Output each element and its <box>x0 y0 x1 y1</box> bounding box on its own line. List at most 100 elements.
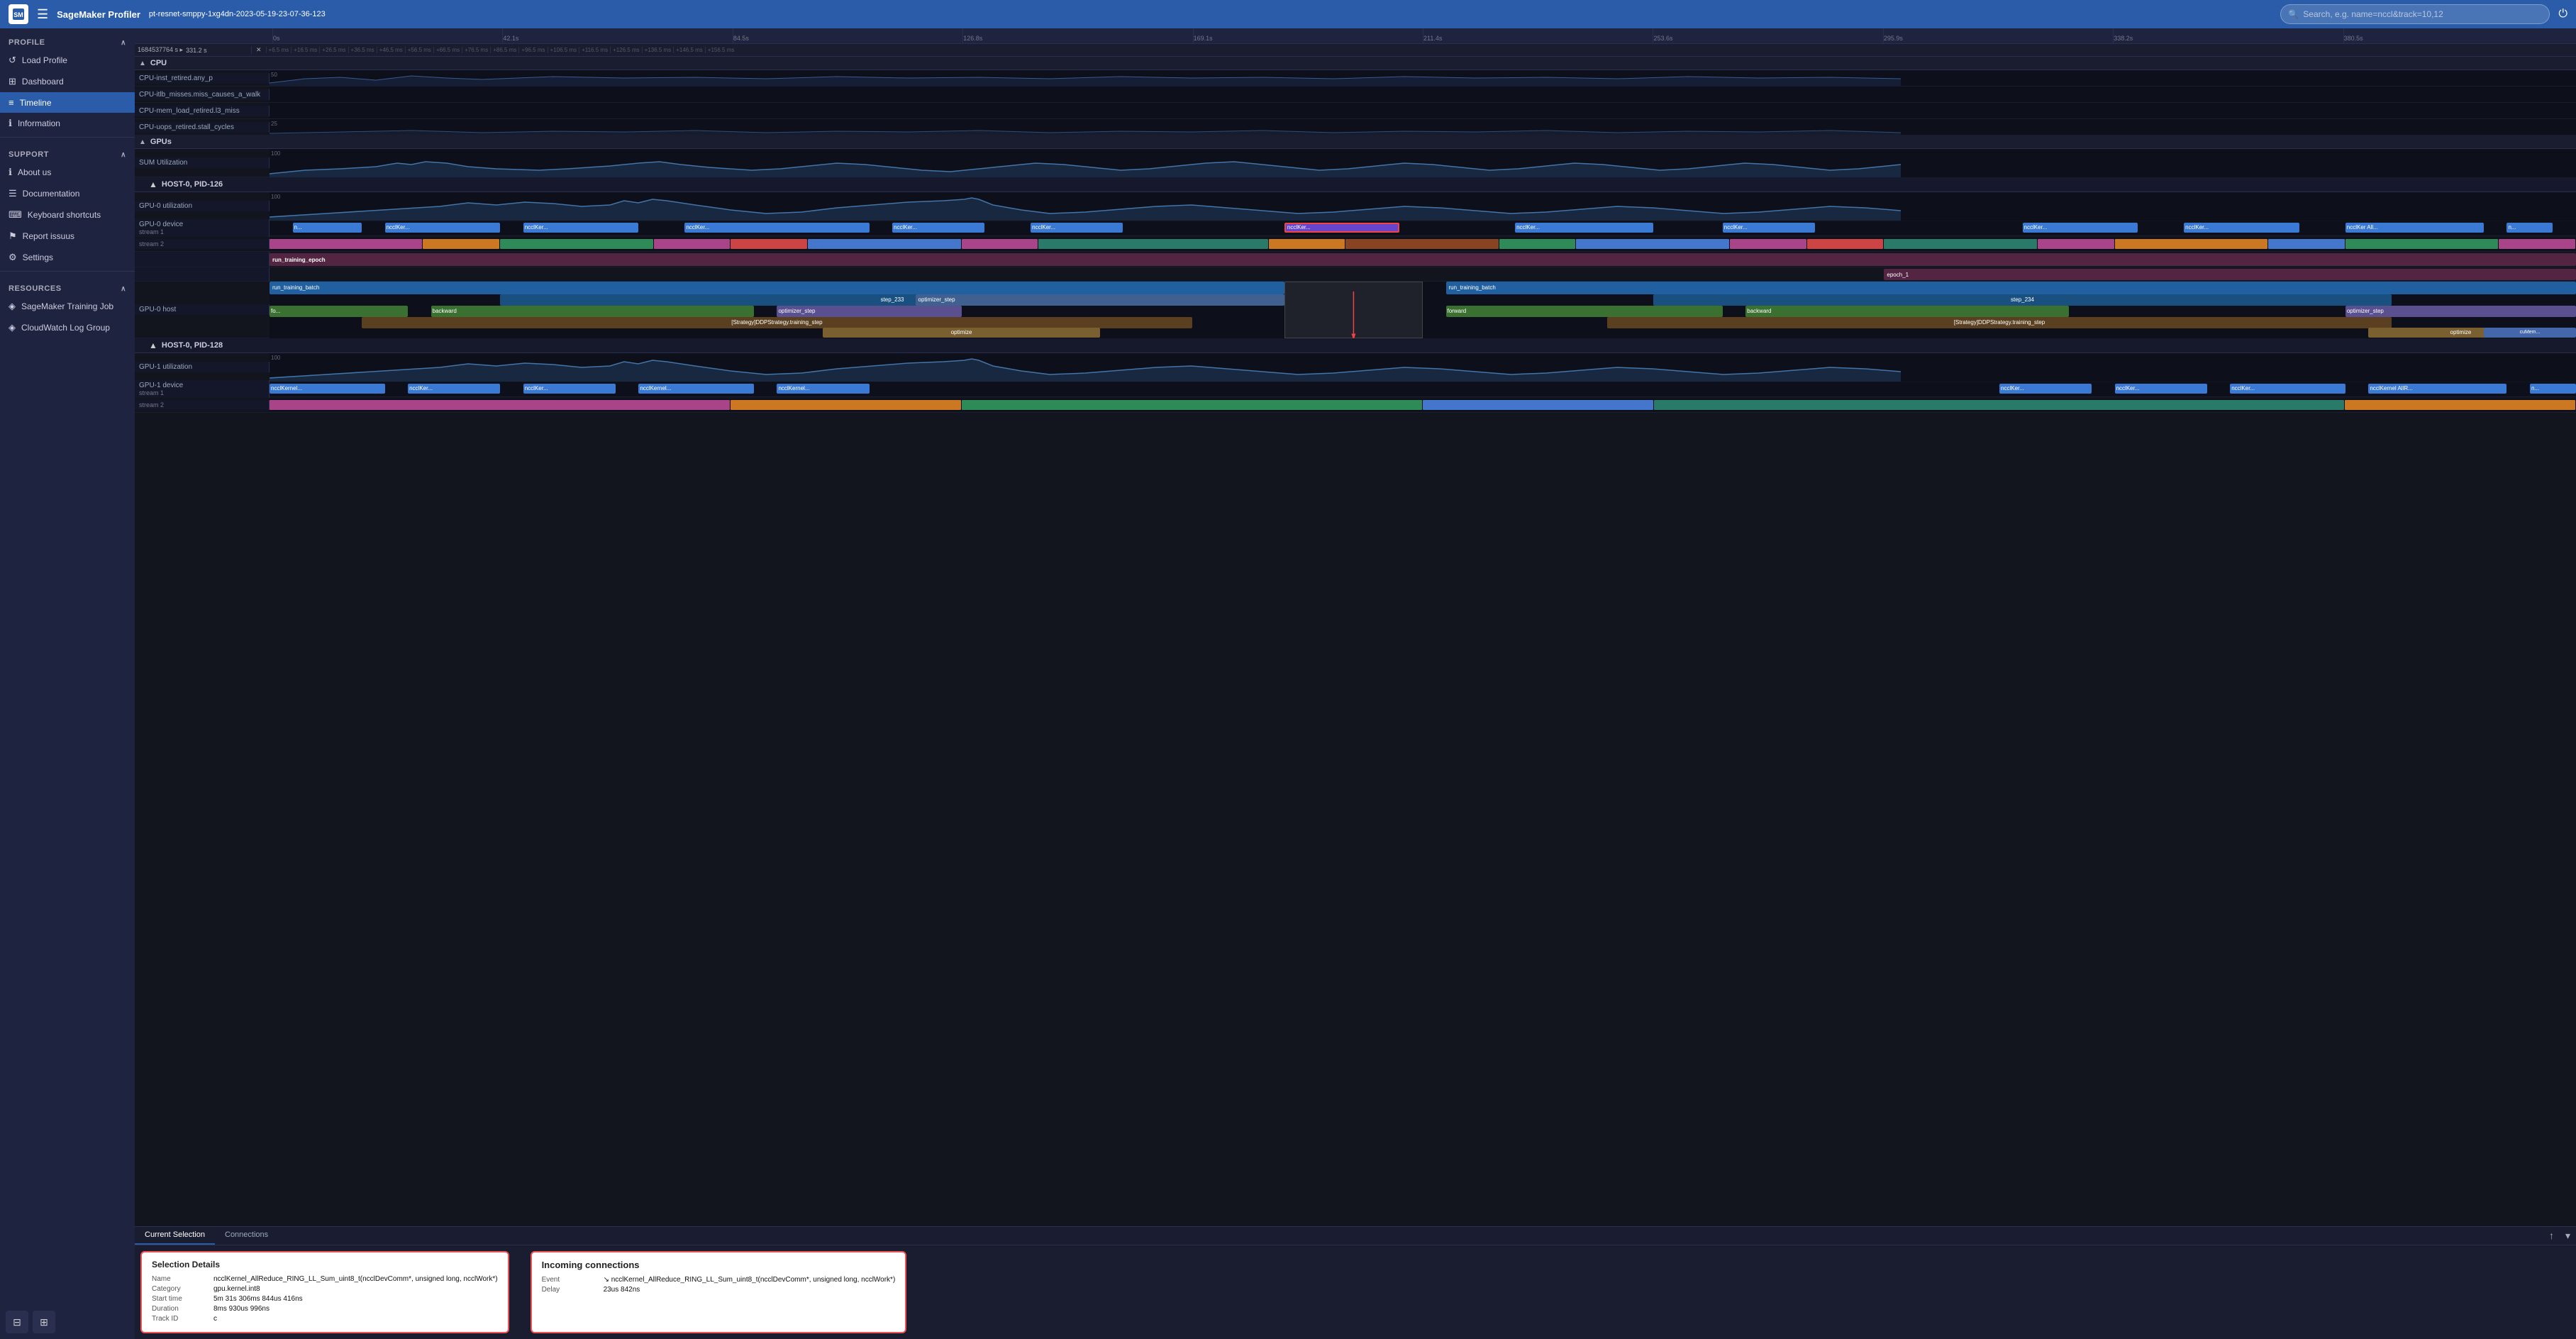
event-bar[interactable]: ncclKernel... <box>777 384 869 394</box>
sidebar-item-information[interactable]: ℹ Information <box>0 113 135 134</box>
gpu0-stream2-canvas[interactable] <box>270 238 2576 250</box>
details-val-name: ncclKernel_AllReduce_RING_LL_Sum_uint8_t… <box>213 1275 498 1283</box>
dashboard-icon: ⊞ <box>9 76 16 87</box>
search-icon: 🔍 <box>2288 9 2299 19</box>
event-bar[interactable]: ncclKer... <box>408 384 500 394</box>
selection-details-card: Selection Details Name ncclKernel_AllRed… <box>140 1251 509 1333</box>
gpu0-device-stream2-label: stream 2 <box>135 239 270 249</box>
menu-icon[interactable]: ☰ <box>37 7 48 22</box>
event-bar[interactable]: ncclKer... <box>385 223 501 233</box>
sidebar-item-keyboard-shortcuts[interactable]: ⌨ Keyboard shortcuts <box>0 204 135 226</box>
details-key-name: Name <box>152 1275 205 1283</box>
gpu-sum-utilization-row: SUM Utilization 100 <box>135 149 2576 177</box>
host0-collapse-icon[interactable]: ▲ <box>149 179 157 189</box>
backward-left-label: backward <box>433 308 457 314</box>
event-bar[interactable]: ncclKer... <box>892 223 984 233</box>
event-bar[interactable]: ncclKer... <box>684 223 869 233</box>
step234-label: step_234 <box>2011 296 2034 303</box>
event-bar[interactable]: ncclKer... <box>1031 223 1123 233</box>
gpu0-util-chart <box>270 192 2576 221</box>
event-bar[interactable]: ncclKernel AllR... <box>2368 384 2506 394</box>
gpu1-stream1-canvas[interactable]: ncclKernel... ncclKer... ncclKer... nccl… <box>270 382 2576 396</box>
event-bar[interactable]: ncclKer... <box>2184 223 2299 233</box>
sidebar-item-cloudwatch[interactable]: ◈ CloudWatch Log Group <box>0 317 135 338</box>
details-row-name: Name ncclKernel_AllReduce_RING_LL_Sum_ui… <box>152 1275 498 1283</box>
event-bar[interactable]: ncclKer... <box>2115 384 2207 394</box>
event-bar[interactable]: ncclKer... <box>2230 384 2345 394</box>
cpu-chart-3 <box>270 119 2576 135</box>
step233-label: step_233 <box>881 296 904 303</box>
selected-event-bar[interactable]: ncclKer... <box>1284 223 1400 233</box>
host0-pid126-header[interactable]: ▲ HOST-0, PID-126 <box>135 177 2576 192</box>
optleft-label: optimizer_step <box>778 308 815 314</box>
sidebar-item-documentation[interactable]: ☰ Documentation <box>0 183 135 204</box>
gpu0-util-label: GPU-0 utilization <box>135 201 270 211</box>
cpu-track-label-3: CPU-uops_retired.stall_cycles <box>135 122 270 133</box>
settings-icon: ⚙ <box>9 252 17 263</box>
event-bar[interactable]: ncclKernel... <box>270 384 385 394</box>
gpu0-stream1-canvas[interactable]: n... ncclKer... ncclKer... ncclKer... nc… <box>270 221 2576 235</box>
sidebar-item-dashboard[interactable]: ⊞ Dashboard <box>0 71 135 92</box>
tab-connections[interactable]: Connections <box>215 1227 278 1245</box>
gpu1-device-stream2-row: stream 2 <box>135 397 2576 413</box>
sidebar-item-load-profile[interactable]: ↺ Load Profile <box>0 50 135 71</box>
event-bar[interactable]: n... <box>2506 223 2553 233</box>
cpu-chart-0 <box>270 70 2576 86</box>
collapse-panel-icon[interactable]: ▾ <box>2560 1227 2576 1245</box>
event-bar[interactable]: ncclKer... <box>523 223 639 233</box>
profile-section-header: Profile ∧ <box>0 33 135 50</box>
tab-current-selection[interactable]: Current Selection <box>135 1227 215 1245</box>
conn-val-event: ↘ ncclKernel_AllReduce_RING_LL_Sum_uint8… <box>604 1276 896 1284</box>
cpu-track-label-1: CPU-itlb_misses.miss_causes_a_walk <box>135 89 270 100</box>
offset-label-6: +66.5 ms <box>433 47 462 53</box>
timeline-scroll-area[interactable]: ▲ CPU CPU-inst_retired.any_p 50 C <box>135 57 2576 1226</box>
offset-label-2: +26.5 ms <box>319 47 348 53</box>
event-bar[interactable]: ncclKer All... <box>2345 223 2484 233</box>
sidebar-bottom-btn2[interactable]: ⊞ <box>33 1311 55 1333</box>
gpu0-host-row: GPU-0 host run_training_batch step_233 o… <box>135 282 2576 338</box>
search-box[interactable]: 🔍 <box>2280 4 2550 24</box>
sidebar-bottom-btn1[interactable]: ⊟ <box>6 1311 28 1333</box>
sidebar-item-about-us[interactable]: ℹ About us <box>0 162 135 183</box>
resources-section-header: Resources ∧ <box>0 279 135 296</box>
details-key-trackid: Track ID <box>152 1315 205 1323</box>
optimizer-left-label: optimizer_step <box>918 296 955 303</box>
event-bar[interactable]: ncclKer... <box>1515 223 1653 233</box>
sidebar-item-timeline[interactable]: ≡ Timeline <box>0 92 135 113</box>
bottom-content: Selection Details Name ncclKernel_AllRed… <box>135 1245 2576 1339</box>
event-bar[interactable]: n... <box>293 223 362 233</box>
gpu-sum-label: SUM Utilization <box>135 157 270 168</box>
sidebar-item-report-issues[interactable]: ⚑ Report issuus <box>0 226 135 247</box>
event-bar[interactable]: n... <box>2530 384 2576 394</box>
close-ruler-icon[interactable]: ✕ <box>252 46 266 54</box>
cpu-section-header[interactable]: ▲ CPU <box>135 57 2576 70</box>
search-input[interactable] <box>2303 9 2542 19</box>
support-chevron-icon[interactable]: ∧ <box>121 151 126 159</box>
gpu-collapse-icon[interactable]: ▲ <box>139 138 146 146</box>
host0-pid128-header[interactable]: ▲ HOST-0, PID-128 <box>135 338 2576 353</box>
event-bar[interactable]: ncclKer... <box>1999 384 2092 394</box>
expand-panel-icon[interactable]: ↑ <box>2543 1227 2560 1245</box>
rtb-left-label: run_training_batch <box>272 284 319 291</box>
gpu1-stream2-canvas[interactable] <box>270 399 2576 411</box>
host1-collapse-icon[interactable]: ▲ <box>149 340 157 350</box>
event-bar[interactable]: ncclKer... <box>523 384 616 394</box>
resources-chevron-icon[interactable]: ∧ <box>121 285 126 293</box>
cpu-track-1: CPU-itlb_misses.miss_causes_a_walk <box>135 87 2576 103</box>
event-bar[interactable]: ncclKer... <box>1723 223 1815 233</box>
gpu-section-header[interactable]: ▲ GPUs <box>135 135 2576 149</box>
sidebar-item-settings[interactable]: ⚙ Settings <box>0 247 135 268</box>
bottom-panel: Current Selection Connections ↑ ▾ Select… <box>135 1226 2576 1339</box>
offset-label-7: +76.5 ms <box>462 47 490 53</box>
event-bar[interactable]: ncclKer... <box>2023 223 2138 233</box>
profile-chevron-icon[interactable]: ∧ <box>121 39 126 47</box>
details-val-trackid: c <box>213 1315 217 1323</box>
details-row-starttime: Start time 5m 31s 306ms 844us 416ns <box>152 1295 498 1303</box>
cpu-collapse-icon[interactable]: ▲ <box>139 60 146 67</box>
offset-label-13: +136.5 ms <box>642 47 674 53</box>
power-button[interactable]: ⏻ <box>2558 8 2567 21</box>
gpu0-host-canvas[interactable]: run_training_batch step_233 optimizer_st… <box>270 282 2576 338</box>
sidebar-item-sagemaker-training[interactable]: ◈ SageMaker Training Job <box>0 296 135 317</box>
event-bar[interactable]: ncclKernel... <box>638 384 754 394</box>
offset-label-1: +16.5 ms <box>291 47 319 53</box>
